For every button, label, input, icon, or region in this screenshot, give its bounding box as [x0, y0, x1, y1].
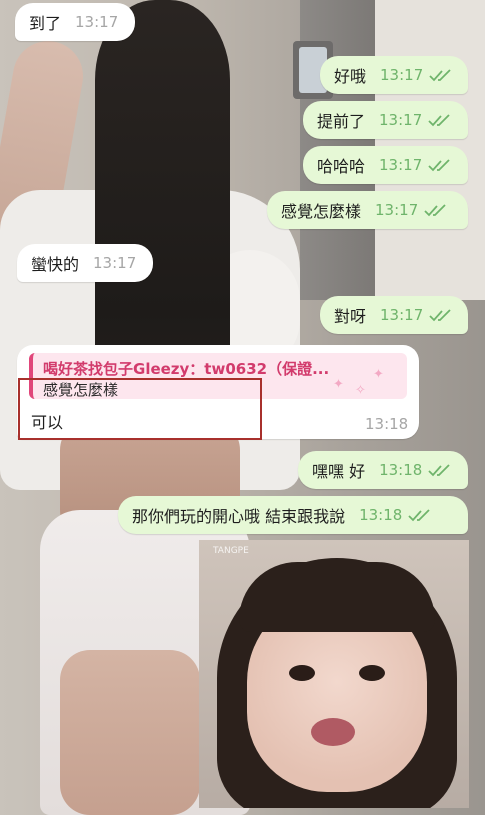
read-checkmark-icon [424, 203, 448, 217]
sticker-eye [359, 665, 385, 681]
annotation-highlight-box [18, 378, 262, 440]
sparkle-icon: ✦ [333, 377, 344, 392]
message-text: 感覺怎麼樣 [281, 202, 362, 221]
read-checkmark-icon [428, 463, 452, 477]
sticker-eye [289, 665, 315, 681]
message-text: 嘿嘿 好 [312, 462, 366, 481]
message-bubble-incoming[interactable]: 蠻快的 13:17 [17, 244, 153, 282]
message-text: 提前了 [317, 112, 366, 131]
message-time: 13:18 [379, 461, 423, 479]
message-text: 哈哈哈 [317, 157, 366, 176]
message-time: 13:17 [375, 201, 419, 219]
sticker-lips [311, 718, 355, 746]
message-text: 那你們玩的開心哦 結束跟我說 [132, 507, 346, 526]
message-text: 好哦 [334, 67, 367, 86]
sticker-image[interactable]: TANGPE [199, 540, 469, 808]
message-bubble-outgoing[interactable]: 嘿嘿 好 13:18 [298, 451, 468, 489]
message-time: 13:17 [380, 66, 424, 84]
read-checkmark-icon [408, 508, 432, 522]
message-bubble-outgoing[interactable]: 那你們玩的開心哦 結束跟我說 13:18 [118, 496, 468, 534]
message-bubble-outgoing[interactable]: 對呀 13:17 [320, 296, 468, 334]
message-time: 13:18 [359, 506, 403, 524]
read-checkmark-icon [429, 68, 453, 82]
message-text: 對呀 [334, 307, 367, 326]
quoted-sender-name: 喝好茶找包子Gleezy：tw0632（保證... [43, 360, 330, 378]
message-text: 蠻快的 [31, 255, 80, 274]
read-checkmark-icon [428, 158, 452, 172]
message-time: 13:17 [75, 13, 119, 31]
message-bubble-incoming[interactable]: 到了 13:17 [15, 3, 135, 41]
message-time: 13:17 [93, 254, 137, 272]
read-checkmark-icon [428, 113, 452, 127]
message-bubble-outgoing[interactable]: 哈哈哈 13:17 [303, 146, 468, 184]
message-time: 13:17 [380, 306, 424, 324]
message-text: 到了 [29, 14, 62, 33]
message-time: 13:17 [379, 156, 423, 174]
sticker-bangs [239, 562, 435, 632]
sparkle-icon: ✦ [373, 367, 384, 382]
sticker-watermark: TANGPE [213, 546, 249, 556]
message-bubble-outgoing[interactable]: 提前了 13:17 [303, 101, 468, 139]
read-checkmark-icon [429, 308, 453, 322]
message-time: 13:18 [365, 415, 409, 433]
sparkle-icon: ✧ [355, 383, 366, 398]
message-bubble-outgoing[interactable]: 感覺怎麼樣 13:17 [267, 191, 468, 229]
message-bubble-outgoing[interactable]: 好哦 13:17 [320, 56, 468, 94]
message-time: 13:17 [379, 111, 423, 129]
